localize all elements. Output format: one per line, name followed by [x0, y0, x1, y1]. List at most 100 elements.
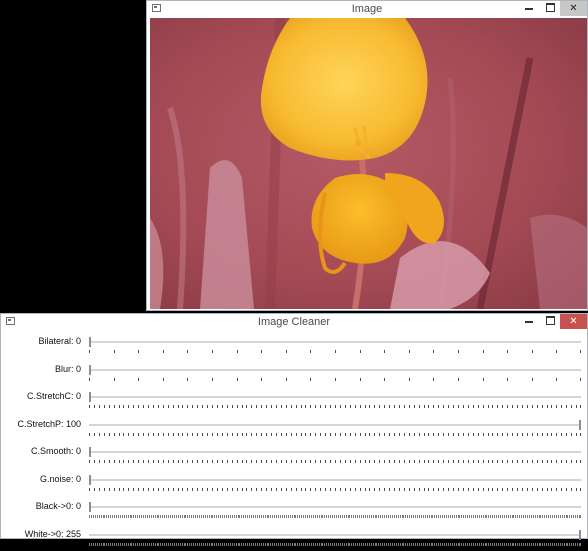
close-icon[interactable]: ✕: [560, 1, 587, 16]
trackbar-tick: [407, 515, 408, 518]
trackbar-tick: [249, 542, 250, 546]
trackbar-track[interactable]: [89, 368, 581, 372]
trackbar-tick: [428, 432, 429, 436]
trackbar-tick: [512, 405, 513, 408]
trackbar-tick: [345, 405, 346, 408]
trackbar-tick: [110, 542, 111, 546]
trackbar-tick: [443, 405, 444, 408]
trackbar-tick: [303, 515, 304, 518]
trackbar-track[interactable]: [89, 506, 581, 509]
trackbar-tick: [365, 460, 366, 463]
image-window-titlebar[interactable]: Image ✕: [147, 1, 587, 17]
trackbar-tick: [378, 542, 379, 546]
trackbar-tick: [192, 487, 193, 491]
trackbar-tick: [118, 515, 119, 518]
trackbar-tick: [202, 460, 203, 463]
trackbar-tick: [217, 405, 218, 408]
trackbar-tick: [558, 515, 559, 518]
trackbar-thumb[interactable]: [89, 392, 91, 402]
trackbar-tick: [405, 542, 406, 546]
trackbar-ticks: [89, 405, 581, 408]
trackbar-tick: [527, 487, 528, 491]
trackbar-thumb[interactable]: [89, 447, 91, 457]
trackbar-track[interactable]: [89, 341, 581, 344]
trackbar-tick: [478, 432, 479, 436]
trackbar-tick: [309, 542, 310, 546]
trackbar-tick: [147, 515, 148, 518]
trackbar-tick: [371, 542, 372, 546]
trackbar-tick: [326, 542, 327, 546]
trackbar-tick: [443, 460, 444, 463]
trackbar-tick: [310, 377, 311, 381]
trackbar-tick: [446, 515, 447, 518]
trackbar-tick: [114, 432, 115, 436]
trackbar-tick: [170, 515, 171, 518]
trackbar-tick: [335, 460, 336, 463]
trackbar-tick: [458, 487, 459, 491]
trackbar-tick: [411, 542, 412, 546]
trackbar-tick: [95, 515, 96, 518]
trackbar-thumb[interactable]: [579, 419, 581, 430]
trackbar-tick: [266, 487, 267, 491]
trackbar-thumb[interactable]: [89, 364, 91, 375]
trackbar-tick: [527, 515, 528, 518]
trackbar-track[interactable]: [89, 451, 581, 454]
trackbar-tick: [251, 515, 252, 518]
trackbar-tick: [263, 515, 264, 518]
trackbar-tick: [357, 542, 358, 546]
trackbar-tick: [535, 542, 536, 546]
trackbar-tick: [454, 542, 455, 546]
minimize-icon[interactable]: [518, 1, 540, 16]
trackbar-thumb[interactable]: [89, 474, 91, 485]
trackbar-track[interactable]: [89, 423, 581, 427]
trackbar-tick: [246, 487, 247, 491]
maximize-icon[interactable]: [539, 1, 561, 16]
trackbar-tick: [173, 487, 174, 491]
trackbar-tick: [97, 542, 98, 546]
trackbar-tick: [523, 515, 524, 518]
maximize-icon[interactable]: [539, 314, 561, 329]
trackbar-tick: [197, 515, 198, 518]
trackbar-tick: [332, 515, 333, 518]
trackbar-tick: [497, 487, 498, 491]
trackbar-track[interactable]: [89, 533, 581, 537]
trackbar-tick: [577, 515, 578, 518]
trackbar-tick: [488, 515, 489, 518]
trackbar-tick: [209, 515, 210, 518]
close-icon[interactable]: ✕: [560, 314, 587, 329]
trackbar-tick: [477, 542, 478, 546]
trackbar-tick: [172, 515, 173, 518]
trackbar-tick: [423, 542, 424, 546]
trackbar-tick: [256, 487, 257, 491]
trackbar-tick: [205, 515, 206, 518]
trackbar-tick: [384, 487, 385, 491]
trackbar-tick: [137, 515, 138, 518]
trackbar-tick: [573, 515, 574, 518]
cleaner-window-titlebar[interactable]: Image Cleaner ✕: [1, 314, 587, 330]
trackbar-tick: [163, 460, 164, 463]
trackbar-tick: [506, 515, 507, 518]
trackbar-tick: [390, 542, 391, 546]
trackbar-tick: [234, 515, 235, 518]
trackbar-tick: [340, 460, 341, 463]
trackbar-tick: [114, 487, 115, 491]
trackbar-track[interactable]: [89, 478, 581, 482]
trackbar-tick: [97, 515, 98, 518]
trackbar-tick: [297, 542, 298, 546]
trackbar-tick: [241, 542, 242, 546]
trackbar-tick: [143, 432, 144, 436]
trackbar-tick: [230, 515, 231, 518]
trackbar-tick: [504, 515, 505, 518]
trackbar-tick: [561, 432, 562, 436]
trackbar-tick: [227, 432, 228, 436]
trackbar-thumb[interactable]: [579, 529, 581, 540]
trackbar-track[interactable]: [89, 396, 581, 399]
trackbar-tick: [259, 515, 260, 518]
trackbar-tick: [433, 350, 434, 353]
trackbar-tick: [261, 350, 262, 353]
trackbar-tick: [517, 542, 518, 546]
trackbar-thumb[interactable]: [89, 502, 91, 512]
minimize-icon[interactable]: [518, 314, 540, 329]
trackbar-thumb[interactable]: [89, 337, 91, 347]
trackbar-tick: [141, 542, 142, 546]
